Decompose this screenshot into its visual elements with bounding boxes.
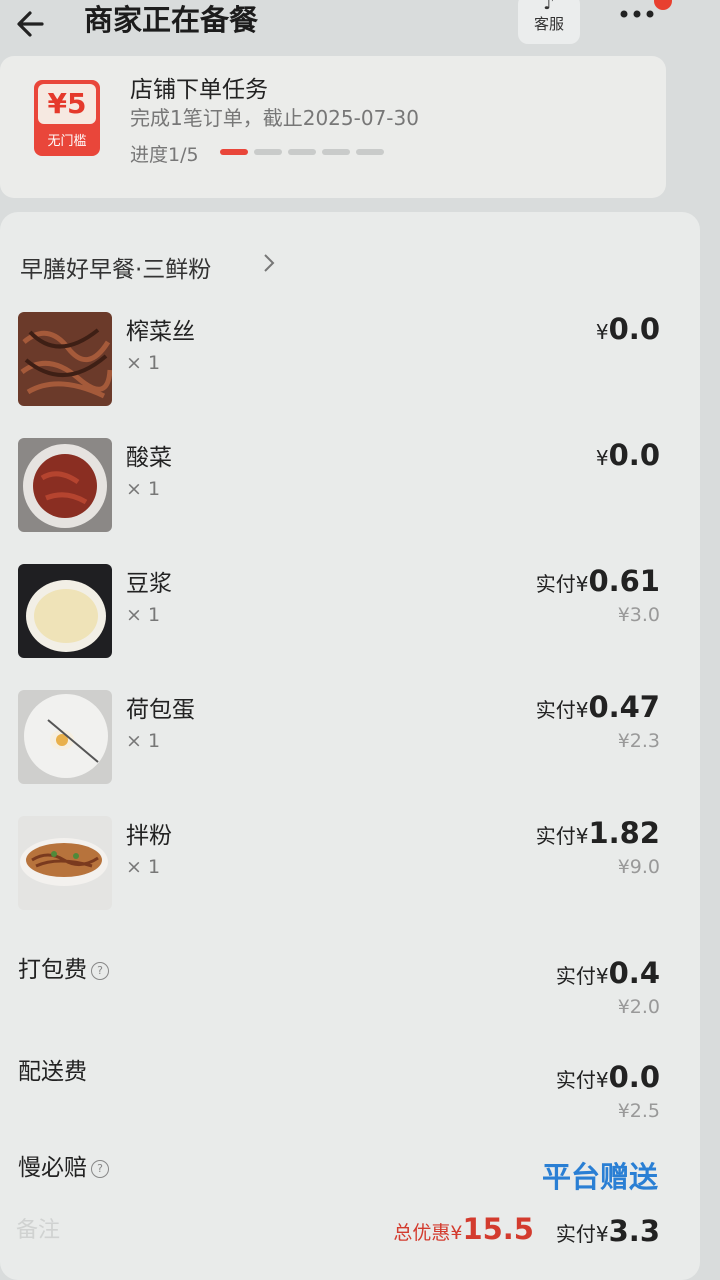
faded-note-text: 备注 [16,1218,61,1243]
original-price: ¥2.5 [617,1100,660,1122]
customer-service-button[interactable]: ♪ 客服 [518,0,580,44]
item-price: ¥0.0 [596,438,660,472]
total-paid: 实付¥3.3 [556,1214,660,1248]
progress-segment [288,149,316,155]
price-value: 0.4 [608,956,660,990]
task-title: 店铺下单任务 [130,77,268,103]
item-quantity: × 1 [126,856,161,878]
price-value: 0.0 [608,312,660,346]
total-paid-value: 3.3 [608,1214,660,1248]
original-price: ¥2.3 [617,730,660,752]
back-arrow-icon[interactable] [12,4,52,44]
progress-segment [220,149,248,155]
original-price: ¥2.0 [617,996,660,1018]
order-item[interactable]: 豆浆 × 1 实付¥0.61 ¥3.0 [0,564,700,664]
item-image-pickled-cabbage [18,438,112,532]
platform-gift-text: 平台赠送 [541,1160,658,1194]
item-name: 荷包蛋 [126,697,195,723]
packing-fee-label: 打包费 [18,957,87,983]
coupon-tag: 无门槛 [47,134,87,149]
page-title: 商家正在备餐 [84,3,259,37]
price-value: 1.82 [588,816,660,850]
item-price: ¥0.0 [596,312,660,346]
item-name: 榨菜丝 [126,319,195,345]
help-icon[interactable]: ? [91,1159,109,1178]
item-price: 实付¥1.82 ¥9.0 [536,816,660,878]
top-bar: 商家正在备餐 ♪ 客服 [0,0,720,50]
customer-service-label: 客服 [533,15,564,33]
total-discount-label: 总优惠¥ [393,1222,463,1244]
order-card: 早膳好早餐·三鲜粉 榨菜丝 × 1 ¥0.0 酸菜 × 1 ¥0.0 豆浆 × … [0,212,700,1280]
item-name: 酸菜 [126,445,172,471]
original-price: ¥3.0 [617,604,660,626]
original-price: ¥9.0 [617,856,660,878]
order-item[interactable]: 荷包蛋 × 1 实付¥0.47 ¥2.3 [0,690,700,790]
price-value: 0.0 [608,1060,660,1094]
total-discount: 总优惠¥15.5 [393,1212,534,1246]
delivery-fee-price: 实付¥0.0 ¥2.5 [556,1060,660,1122]
progress-segment [254,149,282,155]
progress-segment [322,149,350,155]
price-prefix: ¥ [595,446,609,470]
item-image-pickled-mustard [18,312,112,406]
chevron-right-icon[interactable] [262,252,276,274]
item-price: 实付¥0.61 ¥3.0 [536,564,660,626]
help-icon[interactable]: ? [91,961,109,980]
price-value: 0.47 [588,690,660,724]
store-task-card[interactable]: ¥5 无门槛 店铺下单任务 完成1笔订单，截止2025-07-30 进度1/5 [0,56,666,198]
coupon-badge: ¥5 无门槛 [34,80,100,156]
price-value: 0.0 [608,438,660,472]
order-item[interactable]: 酸菜 × 1 ¥0.0 [0,438,700,538]
order-item[interactable]: 拌粉 × 1 实付¥1.82 ¥9.0 [0,816,700,916]
price-prefix: 实付¥ [535,824,589,848]
item-quantity: × 1 [126,604,161,626]
price-prefix: 实付¥ [555,1068,609,1092]
coupon-value: ¥5 [38,84,96,124]
total-paid-label: 实付¥ [555,1222,609,1246]
price-value: 0.61 [588,564,660,598]
item-name: 豆浆 [126,571,172,597]
total-discount-value: 15.5 [462,1212,534,1246]
price-prefix: 实付¥ [535,698,589,722]
headset-icon: ♪ [543,0,555,14]
price-prefix: 实付¥ [555,964,609,988]
order-item[interactable]: 榨菜丝 × 1 ¥0.0 [0,312,700,412]
price-prefix: 实付¥ [535,572,589,596]
task-progress-bar [220,149,390,157]
item-price: 实付¥0.47 ¥2.3 [536,690,660,752]
packing-fee-price: 实付¥0.4 ¥2.0 [556,956,660,1018]
item-quantity: × 1 [126,730,161,752]
item-image-fried-egg [18,690,112,784]
progress-segment [356,149,384,155]
item-image-soy-milk [18,564,112,658]
item-quantity: × 1 [126,352,161,374]
task-progress-text: 进度1/5 [130,144,199,166]
delivery-fee-label: 配送费 [18,1059,87,1085]
price-prefix: ¥ [595,320,609,344]
item-quantity: × 1 [126,478,161,500]
late-compensation-label: 慢必赔 [18,1155,87,1181]
shop-name[interactable]: 早膳好早餐·三鲜粉 [20,250,211,284]
item-name: 拌粉 [126,823,172,849]
order-total-bar: 备注 总优惠¥15.5 实付¥3.3 [0,1212,720,1262]
task-description: 完成1笔订单，截止2025-07-30 [130,106,419,130]
item-image-mixed-noodles [18,816,112,910]
